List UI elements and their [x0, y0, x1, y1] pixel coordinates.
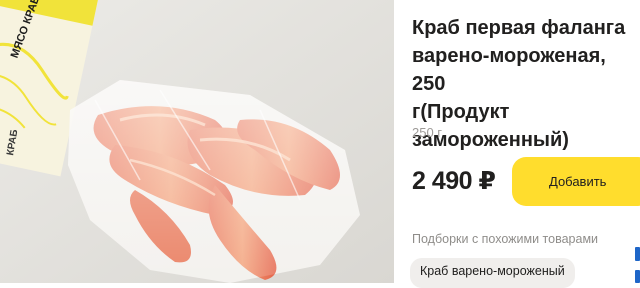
product-image[interactable]: МЯСО КРАБА МЯСО КРАБА КРАБ: [0, 0, 394, 283]
right-edge-marker: [635, 247, 640, 261]
product-weight: 250 г: [412, 125, 443, 140]
similar-collection-chip[interactable]: Краб варено-мороженый: [410, 258, 575, 288]
right-edge-marker: [635, 270, 640, 283]
product-title: Краб первая фаланга варено-мороженая, 25…: [412, 17, 626, 151]
product-price: 2 490 ₽: [412, 167, 496, 195]
crab-package-illustration: МЯСО КРАБА МЯСО КРАБА КРАБ: [0, 0, 394, 283]
similar-collections-heading: Подборки с похожими товарами: [412, 232, 599, 246]
add-to-cart-button[interactable]: Добавить: [512, 157, 640, 206]
